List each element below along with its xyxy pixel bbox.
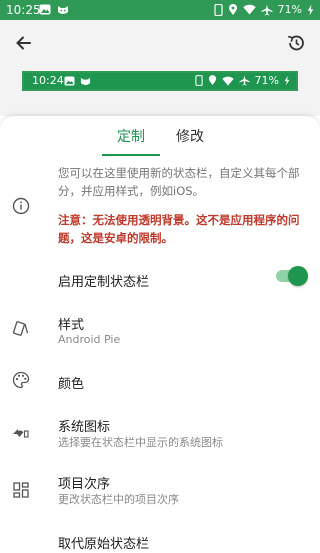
statusbar-preview: 10:24 71% (22, 71, 298, 91)
enable-custom-statusbar-row[interactable]: 启用定制状态栏 (0, 262, 320, 298)
tab-bar: 定制 修改 (0, 116, 320, 156)
airplane-icon (239, 75, 250, 86)
status-right-group: 71% (213, 3, 314, 16)
replace-original-statusbar-row[interactable]: 取代原始状态栏 (0, 526, 320, 553)
style-row[interactable]: 样式 Android Pie (0, 308, 320, 352)
style-subtitle: Android Pie (58, 333, 121, 346)
preview-battery-percent: 71% (254, 74, 279, 87)
replace-original-statusbar-title: 取代原始状态栏 (58, 537, 150, 552)
battery-charging-icon (307, 4, 314, 15)
dashboard-icon (13, 482, 29, 498)
location-icon (228, 3, 237, 15)
active-tab-indicator (102, 154, 160, 156)
system-icons-subtitle: 选择要在状态栏中显示的系统图标 (58, 436, 223, 449)
info-icon (12, 197, 30, 215)
color-title: 颜色 (58, 377, 85, 392)
history-icon[interactable] (282, 30, 310, 56)
style-title: 样式 (58, 318, 85, 333)
cat-icon (58, 6, 68, 14)
info-description: 您可以在这里使用新的状态栏，自定义其每个部分，并应用样式，例如iOS。 (58, 166, 300, 198)
status-bar: 10:25 71% (0, 0, 320, 20)
preview-right-group: 71% (194, 74, 290, 87)
wifi-icon (221, 76, 234, 86)
airplane-icon (261, 4, 273, 15)
wifi-icon (242, 4, 256, 15)
app-bar: 10:24 71% (0, 20, 320, 116)
gallery-icon (39, 4, 51, 15)
location-icon (208, 75, 216, 85)
tab-customize[interactable]: 定制 (117, 126, 145, 146)
battery-percent: 71% (277, 3, 302, 16)
style-icon (12, 321, 29, 336)
info-warning: 注意：无法使用透明背景。这不是应用程序的问题，这是安卓的限制。 (58, 213, 300, 245)
color-row[interactable]: 颜色 (0, 364, 320, 400)
item-order-title: 项目次序 (58, 477, 111, 492)
phone-icon (194, 75, 203, 86)
gallery-icon (64, 76, 75, 86)
toggle-knob (288, 266, 308, 286)
back-arrow-icon[interactable] (10, 30, 38, 56)
palette-icon (12, 371, 30, 389)
battery-charging-icon (284, 75, 290, 86)
signal-wifi-icon (13, 429, 29, 438)
enable-custom-statusbar-toggle[interactable] (276, 266, 308, 286)
system-icons-row[interactable]: 系统图标 选择要在状态栏中显示的系统图标 (0, 412, 320, 456)
cat-icon (80, 77, 91, 86)
item-order-row[interactable]: 项目次序 更改状态栏中的项目次序 (0, 469, 320, 513)
item-order-subtitle: 更改状态栏中的项目次序 (58, 493, 179, 506)
enable-custom-statusbar-label: 启用定制状态栏 (58, 275, 150, 290)
system-icons-title: 系统图标 (58, 420, 111, 435)
status-time: 10:25 (6, 3, 41, 17)
phone-icon (213, 3, 223, 16)
tab-modify[interactable]: 修改 (176, 126, 204, 146)
preview-time: 10:24 (32, 74, 64, 87)
